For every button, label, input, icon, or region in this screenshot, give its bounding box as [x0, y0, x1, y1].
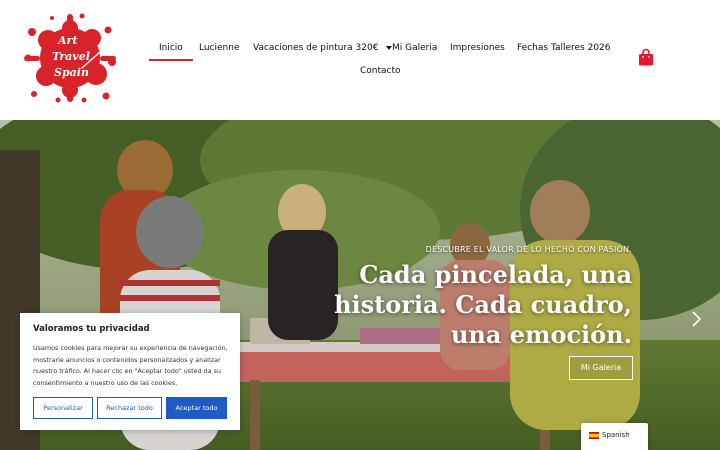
- hero-kicker: DESCUBRE EL VALOR DE LO HECHO CON PASIÓN…: [425, 245, 632, 254]
- language-switcher[interactable]: Spanish: [581, 423, 648, 450]
- nav-item-fechas-talleres[interactable]: Fechas Talleres 2026: [517, 41, 611, 55]
- nav-item-lucienne[interactable]: Lucienne: [199, 41, 240, 55]
- nav-item-inicio[interactable]: Inicio: [149, 41, 193, 61]
- nav-item-contacto[interactable]: Contacto: [360, 64, 401, 78]
- cart-button[interactable]: [638, 48, 654, 66]
- art-travel-spain-logo[interactable]: Art Travel Spain: [22, 12, 118, 104]
- nav-item-vacaciones-label: Vacaciones de pintura 320€: [253, 43, 379, 53]
- paint-splash-logo-icon: Art Travel Spain: [24, 13, 116, 103]
- shopping-bag-icon: [639, 48, 653, 66]
- nav-item-mi-galeria[interactable]: Mi Galeria: [392, 41, 437, 55]
- logo-text-line-3: Spain: [54, 66, 89, 79]
- nav-item-impresiones[interactable]: Impresiones: [450, 41, 505, 55]
- nav-item-vacaciones[interactable]: Vacaciones de pintura 320€: [253, 41, 393, 55]
- language-label: Spanish: [602, 431, 630, 439]
- reject-all-button[interactable]: Rechazar todo: [97, 397, 162, 419]
- cookie-buttons: Personalizar Rechazar todo Aceptar todo: [33, 397, 227, 419]
- accept-all-button[interactable]: Aceptar todo: [166, 397, 227, 419]
- main-navigation: Inicio Lucienne Vacaciones de pintura 32…: [0, 41, 720, 76]
- cookie-dialog-title: Valoramos tu privacidad: [33, 324, 150, 334]
- hero-title: Cada pincelada, una historia. Cada cuadr…: [334, 260, 632, 349]
- cookie-consent-dialog: Valoramos tu privacidad Usamos cookies p…: [20, 313, 240, 430]
- hero-mi-galeria-button[interactable]: Mi Galeria: [569, 356, 633, 380]
- customize-button[interactable]: Personalizar: [33, 397, 93, 419]
- cookie-dialog-text: Usamos cookies para mejorar su experienc…: [33, 344, 228, 388]
- slider-next-button[interactable]: [689, 310, 703, 328]
- site-header: Art Travel Spain Inicio Lucienne Vacacio…: [0, 0, 720, 120]
- spain-flag-icon: [589, 432, 599, 439]
- chevron-right-icon: [692, 311, 702, 327]
